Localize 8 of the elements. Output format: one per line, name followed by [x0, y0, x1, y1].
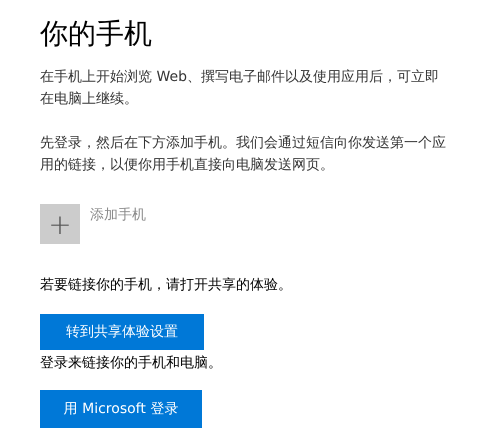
- description-text: 在手机上开始浏览 Web、撰写电子邮件以及使用应用后，可立即在电脑上继续。: [40, 68, 440, 109]
- page-title: 你的手机: [40, 16, 153, 52]
- share-settings-button[interactable]: 转到共享体验设置: [40, 314, 204, 350]
- signin-notice: 登录来链接你的手机和电脑。: [40, 354, 222, 372]
- signin-button[interactable]: 用 Microsoft 登录: [40, 390, 202, 428]
- add-phone-label: 添加手机: [90, 206, 146, 224]
- share-notice: 若要链接你的手机，请打开共享的体验。: [40, 276, 292, 294]
- description-text: 先登录，然后在下方添加手机。我们会通过短信向你发送第一个应用的链接，以便你用手机直接向电脑发送网页。: [40, 134, 447, 175]
